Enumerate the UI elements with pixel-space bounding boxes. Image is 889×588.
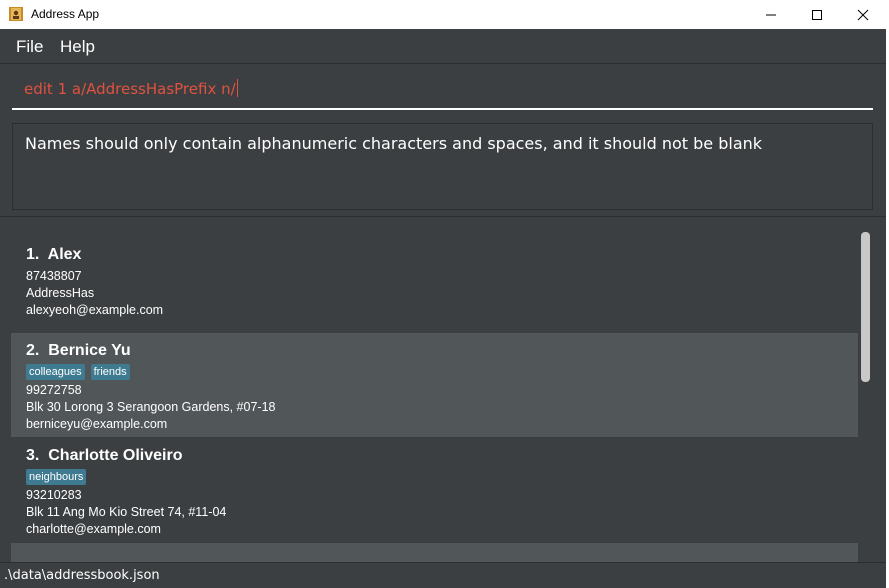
person-name: Charlotte Oliveiro: [48, 447, 183, 464]
result-message: Names should only contain alphanumeric c…: [25, 134, 763, 153]
window-title: Address App: [31, 7, 100, 21]
person-address: Blk 30 Lorong 3 Serangoon Gardens, #07-1…: [26, 400, 276, 414]
tag-list: colleagues friends: [26, 364, 130, 380]
scrollbar-thumb[interactable]: [861, 232, 870, 382]
maximize-icon: [812, 9, 822, 20]
person-phone: 93210283: [26, 488, 82, 502]
save-location: .\data\addressbook.json: [4, 568, 160, 583]
maximize-button[interactable]: [794, 0, 840, 29]
person-index: 3.: [26, 447, 40, 464]
person-card[interactable]: 3. Charlotte Oliveiro neighbours 9321028…: [11, 438, 858, 543]
person-list[interactable]: 1. Alex 87438807 AddressHas alexyeoh@exa…: [11, 227, 858, 563]
person-name-line: 3. Charlotte Oliveiro: [26, 447, 182, 465]
person-phone: 99272758: [26, 383, 82, 397]
person-index: 1.: [26, 246, 40, 263]
person-index: 2.: [26, 342, 40, 359]
person-name-line: 2. Bernice Yu: [26, 342, 131, 360]
app-window: Address App File Help edit 1 a/AddressHa…: [0, 0, 886, 588]
person-card[interactable]: 1. Alex 87438807 AddressHas alexyeoh@exa…: [11, 227, 858, 332]
command-box: edit 1 a/AddressHasPrefix n/: [0, 65, 886, 116]
menu-help[interactable]: Help: [60, 37, 95, 57]
text-caret: [236, 79, 238, 97]
menu-file[interactable]: File: [16, 37, 43, 57]
menu-bar: File Help: [0, 29, 886, 64]
command-text: edit 1 a/AddressHasPrefix n/: [24, 80, 236, 98]
minimize-icon: [766, 14, 776, 15]
person-email: alexyeoh@example.com: [26, 303, 164, 317]
person-email: charlotte@example.com: [26, 522, 161, 536]
tag-badge: colleagues: [26, 364, 85, 380]
person-card-partial[interactable]: [11, 543, 858, 563]
close-icon: [857, 9, 869, 20]
person-list-panel: 1. Alex 87438807 AddressHas alexyeoh@exa…: [0, 216, 886, 563]
person-name: Bernice Yu: [48, 342, 131, 359]
tag-badge: neighbours: [26, 469, 87, 485]
minimize-button[interactable]: [748, 0, 794, 29]
person-name: Alex: [47, 246, 82, 263]
person-address: AddressHas: [26, 286, 95, 300]
title-bar: Address App: [0, 0, 886, 29]
person-address: Blk 11 Ang Mo Kio Street 74, #11-04: [26, 505, 227, 519]
person-name-line: 1. Alex: [26, 246, 81, 264]
close-button[interactable]: [840, 0, 886, 29]
tag-list: neighbours: [26, 469, 87, 485]
result-display[interactable]: Names should only contain alphanumeric c…: [12, 123, 873, 210]
address-book-icon: [9, 7, 23, 21]
status-bar: .\data\addressbook.json: [0, 562, 886, 588]
tag-badge: friends: [90, 364, 130, 380]
command-input[interactable]: edit 1 a/AddressHasPrefix n/: [12, 65, 873, 110]
list-scrollbar[interactable]: [858, 227, 873, 563]
person-card[interactable]: 2. Bernice Yu colleagues friends 9927275…: [11, 333, 858, 437]
person-email: berniceyu@example.com: [26, 417, 168, 431]
person-phone: 87438807: [26, 269, 82, 283]
